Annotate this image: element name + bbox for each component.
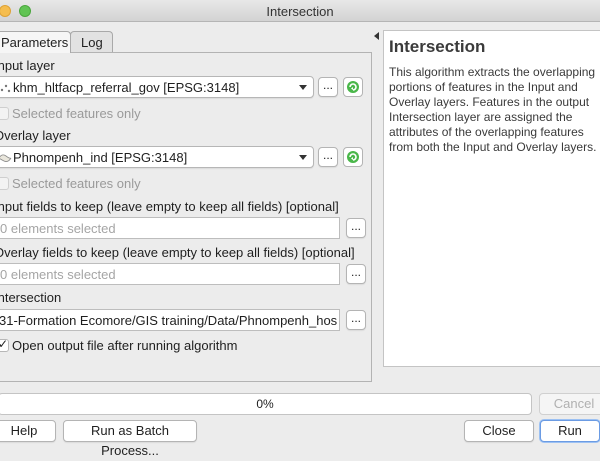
progress-bar: 0% bbox=[0, 393, 532, 415]
point-layer-icon bbox=[0, 84, 11, 93]
chevron-down-icon bbox=[299, 85, 307, 90]
overlay-fields-browse-button[interactable]: ... bbox=[346, 264, 366, 284]
overlay-layer-combo[interactable]: Phnompenh_ind [EPSG:3148] bbox=[0, 146, 314, 168]
input-fields-browse-button[interactable]: ... bbox=[346, 218, 366, 238]
output-path-value: 31-Formation Ecomore/GIS training/Data/P… bbox=[0, 313, 337, 328]
input-layer-browse-button[interactable]: ... bbox=[318, 77, 338, 97]
run-batch-button[interactable]: Run as Batch Process... bbox=[63, 420, 197, 458]
tab-log[interactable]: Log bbox=[70, 31, 113, 53]
iterate-icon bbox=[347, 81, 359, 93]
input-selected-only-label: Selected features only bbox=[12, 106, 141, 121]
window-title: Intersection bbox=[266, 4, 334, 19]
output-label: Intersection bbox=[0, 290, 62, 305]
help-pane: Intersection This algorithm extracts the… bbox=[383, 30, 600, 367]
cancel-button[interactable]: Cancel bbox=[539, 393, 600, 415]
overlay-layer-label: Overlay layer bbox=[0, 128, 71, 143]
tab-parameters[interactable]: Parameters bbox=[0, 31, 71, 53]
overlay-fields-input[interactable]: 0 elements selected bbox=[0, 263, 340, 285]
output-browse-button[interactable]: ... bbox=[346, 310, 366, 330]
open-output-checkbox[interactable]: ✓ bbox=[0, 337, 9, 352]
input-fields-placeholder: 0 elements selected bbox=[0, 221, 116, 236]
overlay-fields-label: Overlay fields to keep (leave empty to k… bbox=[0, 245, 355, 260]
overlay-fields-placeholder: 0 elements selected bbox=[0, 267, 116, 282]
title-bar: Intersection bbox=[0, 0, 600, 22]
progress-label: 0% bbox=[256, 397, 274, 411]
overlay-layer-value: Phnompenh_ind [EPSG:3148] bbox=[13, 150, 188, 165]
chevron-down-icon bbox=[299, 155, 307, 160]
input-layer-label: Input layer bbox=[0, 58, 55, 73]
help-title: Intersection bbox=[389, 37, 486, 56]
polygon-layer-icon bbox=[0, 154, 12, 162]
overlay-selected-only-label: Selected features only bbox=[12, 176, 141, 191]
close-button[interactable]: Close bbox=[464, 420, 534, 442]
run-button[interactable]: Run bbox=[540, 420, 600, 442]
iterate-button[interactable] bbox=[343, 147, 363, 167]
checkmark-icon: ✓ bbox=[0, 337, 9, 351]
help-text: This algorithm extracts the overlapping … bbox=[389, 65, 597, 154]
input-selected-only-checkbox[interactable] bbox=[0, 107, 9, 120]
input-fields-input[interactable]: 0 elements selected bbox=[0, 217, 340, 239]
overlay-selected-only-checkbox[interactable] bbox=[0, 177, 9, 190]
iterate-icon bbox=[347, 151, 359, 163]
output-path-input[interactable]: 31-Formation Ecomore/GIS training/Data/P… bbox=[0, 309, 340, 331]
input-layer-value: khm_hltfacp_referral_gov [EPSG:3148] bbox=[13, 80, 240, 95]
iterate-button[interactable] bbox=[343, 77, 363, 97]
collapse-arrow-icon[interactable] bbox=[374, 32, 379, 40]
open-output-label: Open output file after running algorithm bbox=[12, 338, 238, 353]
input-layer-combo[interactable]: khm_hltfacp_referral_gov [EPSG:3148] bbox=[0, 76, 314, 98]
input-fields-label: Input fields to keep (leave empty to kee… bbox=[0, 199, 339, 214]
help-button[interactable]: Help bbox=[0, 420, 56, 442]
overlay-layer-browse-button[interactable]: ... bbox=[318, 147, 338, 167]
